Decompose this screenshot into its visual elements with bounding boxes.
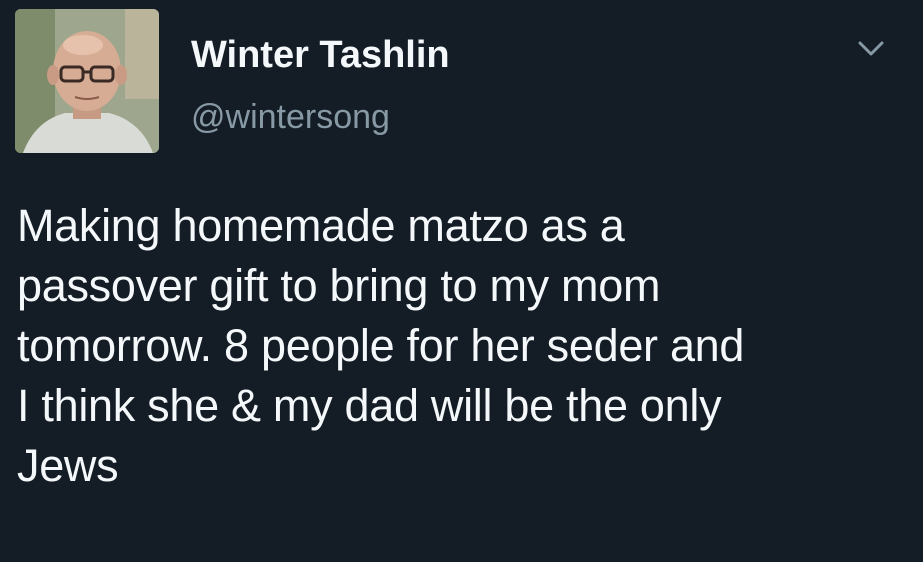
- tweet-text: Making homemade matzo as a passover gift…: [17, 200, 745, 491]
- avatar-photo: [15, 9, 159, 153]
- chevron-down-icon[interactable]: [856, 38, 886, 60]
- display-name[interactable]: Winter Tashlin: [191, 34, 450, 77]
- tweet-card: Winter Tashlin @wintersong Making homema…: [0, 0, 923, 562]
- avatar[interactable]: [15, 9, 159, 153]
- user-handle[interactable]: @wintersong: [191, 98, 390, 137]
